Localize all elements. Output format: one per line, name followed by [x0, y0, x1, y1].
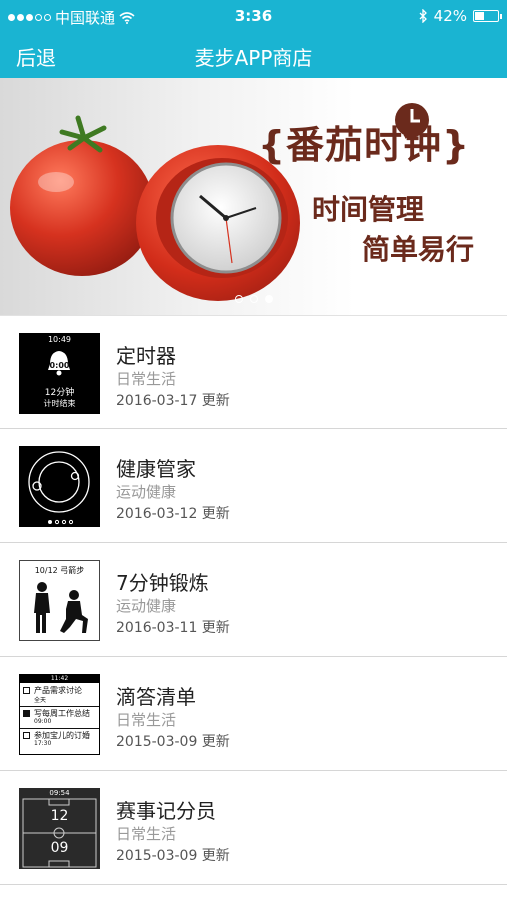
thumb-time: 11:42: [50, 675, 69, 682]
score-top: 12: [50, 808, 69, 824]
app-category: 运动健康: [116, 483, 177, 501]
status-right: 42%: [419, 7, 502, 25]
orbit-icon: [28, 451, 90, 525]
lunge-figures-icon: [34, 582, 88, 633]
app-name: 健康管家: [116, 457, 196, 481]
todo-row: 参加宝儿的订婚 17:30: [20, 728, 99, 751]
page-title: 麦步APP商店: [194, 46, 313, 70]
carousel-dot-active[interactable]: [264, 295, 273, 303]
banner-line-2: 简单易行: [362, 233, 475, 266]
thumb-caption: 10/12 弓箭步: [34, 566, 85, 575]
battery-icon: [473, 10, 502, 22]
todo-row: 写每周工作总结 09:00: [20, 706, 99, 729]
task-sub: 全天: [34, 697, 47, 704]
checkbox-checked-icon: [23, 710, 30, 717]
app-icon-workout: 10/12 弓箭步: [19, 560, 100, 641]
thumb-line-1: 12分钟: [44, 388, 75, 398]
app-item-timer[interactable]: 10:49 0:00 12分钟 计时结束 定时器 日常生活 2016-03-17…: [0, 315, 507, 429]
thumb-time: 10:49: [47, 335, 72, 344]
app-category: 运动健康: [116, 597, 177, 615]
thumb-line-2: 计时结束: [43, 399, 76, 408]
app-name: 赛事记分员: [116, 799, 216, 823]
clock-icon: [395, 103, 429, 137]
promo-banner[interactable]: {番茄时钟} 时间管理 简单易行: [0, 78, 507, 315]
app-item-health[interactable]: 健康管家 运动健康 2016-03-12 更新: [0, 429, 507, 543]
app-item-scorekeeper[interactable]: 09:54 12 09 赛事记分员 日常生活 2015-03-09 更新: [0, 771, 507, 885]
app-update-date: 2015-03-09 更新: [116, 734, 230, 750]
carousel-dot[interactable]: [234, 295, 243, 303]
banner-title: {番茄时钟}: [258, 123, 471, 167]
task-sub: 17:30: [34, 740, 52, 747]
app-category: 日常生活: [116, 711, 177, 729]
nav-bar: 后退 麦步APP商店: [0, 32, 507, 78]
thumb-time: 09:54: [49, 789, 70, 797]
app-name: 7分钟锻炼: [116, 571, 209, 595]
app-update-date: 2015-03-09 更新: [116, 848, 230, 864]
app-icon-todo: 11:42 产品需求讨论 全天 写每周工作总结 09:00 参加宝儿的订婚 17…: [19, 674, 100, 755]
app-name: 定时器: [116, 344, 176, 368]
checkbox-icon: [23, 687, 30, 694]
app-name: 滴答清单: [116, 685, 196, 709]
status-bar: 中国联通 3:36 42%: [0, 0, 507, 32]
carousel-indicator[interactable]: [0, 295, 507, 303]
app-list: 10:49 0:00 12分钟 计时结束 定时器 日常生活 2016-03-17…: [0, 315, 507, 885]
app-icon-timer: 10:49 0:00 12分钟 计时结束: [19, 333, 100, 414]
app-icon-health: [19, 446, 100, 527]
thumb-topbar: 11:42: [20, 675, 99, 683]
app-update-date: 2016-03-17 更新: [116, 393, 230, 409]
app-update-date: 2016-03-11 更新: [116, 620, 230, 636]
app-update-date: 2016-03-12 更新: [116, 506, 230, 522]
app-item-todo[interactable]: 11:42 产品需求讨论 全天 写每周工作总结 09:00 参加宝儿的订婚 17…: [0, 657, 507, 771]
bluetooth-icon: [419, 9, 427, 23]
todo-row: 产品需求讨论 全天: [20, 684, 99, 706]
app-icon-scorekeeper: 09:54 12 09: [19, 788, 100, 869]
app-category: 日常生活: [116, 825, 177, 843]
score-bottom: 09: [50, 840, 69, 856]
carousel-dot[interactable]: [249, 295, 258, 303]
task-sub: 09:00: [34, 718, 52, 725]
battery-percent: 42%: [433, 7, 467, 25]
banner-line-1: 时间管理: [312, 193, 425, 226]
app-category: 日常生活: [116, 370, 177, 388]
tomato-clock-image: [10, 115, 300, 301]
app-item-workout[interactable]: 10/12 弓箭步 7分钟锻炼 运动健康 2016-03-11 更新: [0, 543, 507, 657]
checkbox-icon: [23, 732, 30, 739]
thumb-display: 0:00: [49, 361, 70, 370]
